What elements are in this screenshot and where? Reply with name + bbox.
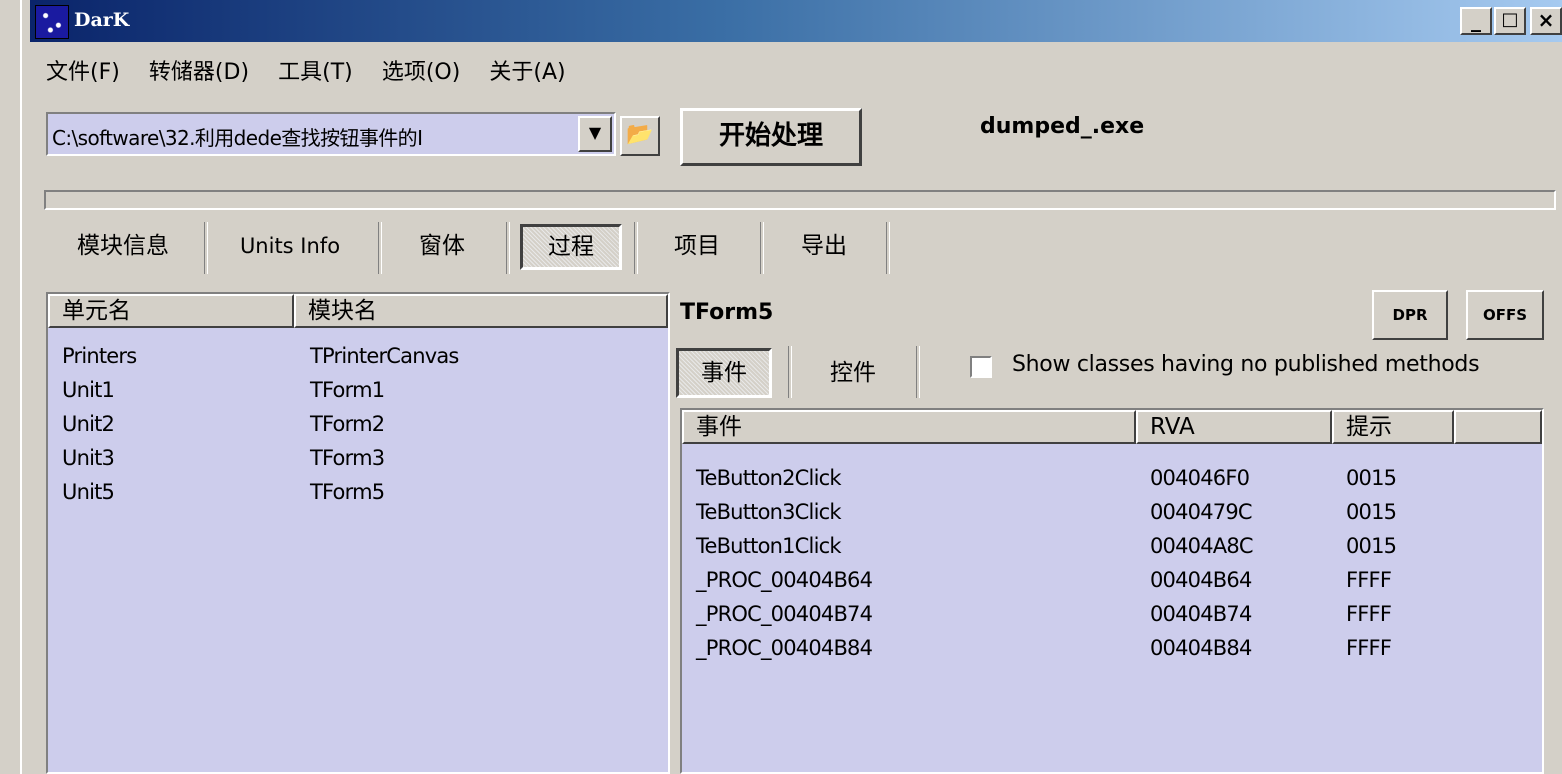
event-name-cell[interactable]: TeButton1Click <box>696 534 842 558</box>
event-name-cell[interactable]: _PROC_00404B74 <box>696 602 873 626</box>
column-header-unit-name[interactable]: 单元名 <box>48 294 294 328</box>
unit-name-cell[interactable]: Unit5 <box>62 480 115 504</box>
events-list[interactable]: 事件 RVA 提示 TeButton2Click 004046F0 0015 T… <box>680 408 1544 774</box>
unit-name-cell[interactable]: Unit3 <box>62 446 115 470</box>
menu-bar: 文件(F) 转储器(D) 工具(T) 选项(O) 关于(A) <box>46 54 590 90</box>
event-hint-cell[interactable]: 0015 <box>1346 534 1397 558</box>
column-header-module-name[interactable]: 模块名 <box>294 294 668 328</box>
form-name-label: TForm5 <box>680 300 774 325</box>
show-classes-label[interactable]: Show classes having no published methods <box>1012 352 1480 377</box>
menu-options[interactable]: 选项(O) <box>382 54 460 86</box>
module-name-cell[interactable]: TPrinterCanvas <box>310 344 459 368</box>
start-process-button[interactable]: 开始处理 <box>680 108 862 166</box>
tab-separator <box>204 222 208 274</box>
event-rva-cell[interactable]: 00404A8C <box>1150 534 1254 558</box>
tab-procedures[interactable]: 过程 <box>520 224 622 270</box>
column-header-empty[interactable] <box>1454 410 1542 444</box>
progress-bar <box>44 190 1556 210</box>
open-folder-icon[interactable]: 📂 <box>620 116 660 156</box>
menu-file[interactable]: 文件(F) <box>46 54 120 86</box>
show-classes-checkbox[interactable] <box>970 356 992 378</box>
tab-separator <box>916 346 920 398</box>
unit-name-cell[interactable]: Unit2 <box>62 412 115 436</box>
module-name-cell[interactable]: TForm1 <box>310 378 385 402</box>
module-name-cell[interactable]: TForm2 <box>310 412 385 436</box>
event-rva-cell[interactable]: 00404B64 <box>1150 568 1252 592</box>
event-name-cell[interactable]: TeButton2Click <box>696 466 842 490</box>
tab-separator <box>506 222 510 274</box>
event-hint-cell[interactable]: FFFF <box>1346 568 1392 592</box>
tab-forms[interactable]: 窗体 <box>390 222 494 270</box>
tab-separator <box>788 346 792 398</box>
module-name-cell[interactable]: TForm5 <box>310 480 385 504</box>
path-value: C:\software\32.利用dede查找按钮事件的I <box>52 126 423 150</box>
menu-dumper[interactable]: 转储器(D) <box>149 54 249 86</box>
event-rva-cell[interactable]: 0040479C <box>1150 500 1253 524</box>
event-rva-cell[interactable]: 00404B84 <box>1150 636 1252 660</box>
units-list[interactable]: 单元名 模块名 Printers TPrinterCanvas Unit1 TF… <box>46 292 670 774</box>
event-name-cell[interactable]: _PROC_00404B84 <box>696 636 873 660</box>
tab-project[interactable]: 项目 <box>646 222 748 270</box>
event-name-cell[interactable]: _PROC_00404B64 <box>696 568 873 592</box>
tab-module-info[interactable]: 模块信息 <box>54 222 192 270</box>
tab-export[interactable]: 导出 <box>772 222 876 270</box>
path-combobox[interactable]: C:\software\32.利用dede查找按钮事件的I ▼ <box>46 112 616 156</box>
tab-separator <box>378 222 382 274</box>
column-header-event[interactable]: 事件 <box>682 410 1136 444</box>
event-rva-cell[interactable]: 00404B74 <box>1150 602 1252 626</box>
module-name-cell[interactable]: TForm3 <box>310 446 385 470</box>
offs-button[interactable]: OFFS <box>1466 290 1544 340</box>
unit-name-cell[interactable]: Unit1 <box>62 378 115 402</box>
event-hint-cell[interactable]: FFFF <box>1346 636 1392 660</box>
subtab-events[interactable]: 事件 <box>676 348 772 398</box>
subtab-controls[interactable]: 控件 <box>800 348 906 398</box>
app-icon <box>35 5 69 39</box>
tab-separator <box>886 222 890 274</box>
tab-units-info[interactable]: Units Info <box>216 222 364 270</box>
unit-name-cell[interactable]: Printers <box>62 344 137 368</box>
event-hint-cell[interactable]: FFFF <box>1346 602 1392 626</box>
column-header-hint[interactable]: 提示 <box>1332 410 1454 444</box>
minimize-button[interactable]: _ <box>1460 7 1492 35</box>
event-hint-cell[interactable]: 0015 <box>1346 500 1397 524</box>
loaded-filename: dumped_.exe <box>980 114 1145 139</box>
maximize-button[interactable]: □ <box>1494 7 1526 35</box>
column-header-rva[interactable]: RVA <box>1136 410 1332 444</box>
menu-about[interactable]: 关于(A) <box>489 54 565 86</box>
title-bar[interactable]: DarK _ □ × <box>30 0 1562 42</box>
event-rva-cell[interactable]: 004046F0 <box>1150 466 1250 490</box>
menu-tools[interactable]: 工具(T) <box>278 54 353 86</box>
tab-separator <box>760 222 764 274</box>
dpr-button[interactable]: DPR <box>1372 290 1448 340</box>
event-hint-cell[interactable]: 0015 <box>1346 466 1397 490</box>
tab-separator <box>634 222 638 274</box>
window-title: DarK <box>74 9 130 31</box>
event-name-cell[interactable]: TeButton3Click <box>696 500 842 524</box>
dropdown-arrow-icon[interactable]: ▼ <box>578 116 612 152</box>
app-window: DarK _ □ × 文件(F) 转储器(D) 工具(T) 选项(O) 关于(A… <box>20 0 1562 774</box>
close-button[interactable]: × <box>1530 7 1562 35</box>
